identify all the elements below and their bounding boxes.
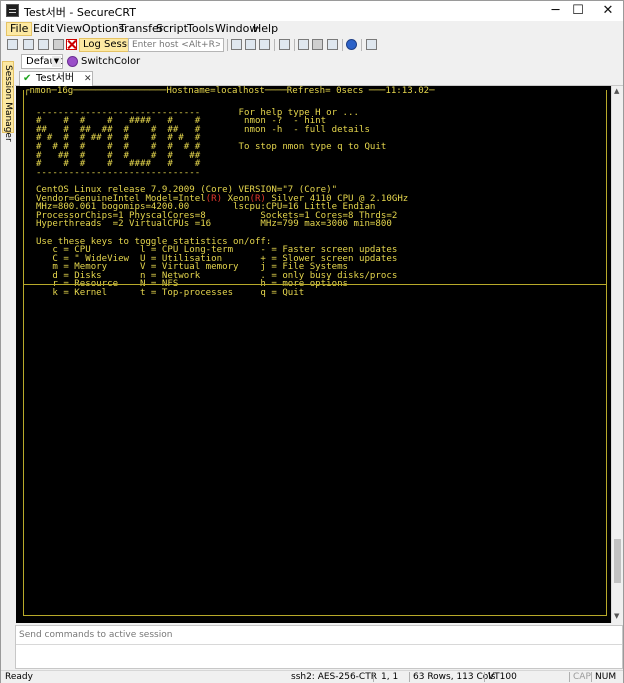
status-encryption: ssh2: AES-256-CTR bbox=[291, 672, 377, 682]
scroll-up-icon[interactable]: ▲ bbox=[614, 87, 619, 95]
help-icon[interactable] bbox=[346, 39, 357, 50]
toolbar-separator bbox=[274, 39, 275, 51]
scroll-down-icon[interactable]: ▼ bbox=[614, 612, 619, 620]
terminal-line: ------------------------------ bbox=[25, 167, 408, 178]
command-window[interactable]: Send commands to active session bbox=[15, 625, 623, 669]
print-icon[interactable] bbox=[279, 39, 290, 50]
menu-file[interactable]: File bbox=[6, 22, 33, 36]
connect-icon[interactable] bbox=[7, 39, 18, 50]
status-cursor-position: 1, 1 bbox=[381, 672, 399, 682]
status-separator bbox=[484, 672, 485, 682]
toolbar-separator bbox=[294, 39, 295, 51]
copy-icon[interactable] bbox=[231, 39, 242, 50]
close-button[interactable]: ✕ bbox=[593, 1, 623, 21]
menu-bar: File Edit View Options Transfer Script T… bbox=[1, 21, 623, 37]
toolbar-separator bbox=[227, 39, 228, 51]
status-separator bbox=[373, 672, 374, 682]
global-options-icon[interactable] bbox=[312, 39, 323, 50]
command-window-divider bbox=[16, 644, 622, 645]
terminal-line: k = Kernel t = Top-processes q = Quit bbox=[25, 289, 408, 298]
securecrt-window: Test서버 - SecureCRT ─ ☐ ✕ File Edit View … bbox=[0, 0, 624, 683]
connect-tab-icon[interactable] bbox=[38, 39, 49, 50]
maximize-button[interactable]: ☐ bbox=[563, 1, 593, 21]
keymap-icon[interactable] bbox=[327, 39, 338, 50]
terminal-screen[interactable]: ┌nmon─16g─────────────────Hostname=local… bbox=[16, 86, 611, 623]
securecrt-app-icon bbox=[6, 4, 19, 17]
disconnect-icon[interactable] bbox=[66, 39, 77, 50]
connected-check-icon: ✔ bbox=[23, 73, 32, 84]
screen-icon[interactable] bbox=[366, 39, 377, 50]
session-tab-bar: ✔ Test서버 ✕ bbox=[15, 70, 623, 86]
toolbar-separator bbox=[342, 39, 343, 51]
find-icon[interactable] bbox=[259, 39, 270, 50]
reconnect-icon[interactable] bbox=[53, 39, 64, 50]
title-bar: Test서버 - SecureCRT ─ ☐ ✕ bbox=[1, 1, 623, 21]
session-manager-sidebar: Session Manager bbox=[1, 53, 15, 679]
nmon-header: ┌nmon─16g─────────────────Hostname=local… bbox=[24, 86, 606, 96]
scrollbar-thumb[interactable] bbox=[614, 539, 621, 583]
status-bar: Ready ssh2: AES-256-CTR 1, 1 63 Rows, 11… bbox=[1, 670, 623, 683]
switch-color-icon[interactable] bbox=[67, 56, 78, 67]
tab-test-server[interactable]: ✔ Test서버 ✕ bbox=[19, 71, 93, 86]
window-title: Test서버 - SecureCRT bbox=[24, 6, 136, 19]
terminal-line: Hyperthreads =2 VirtualCPUs =16 MHz=799 … bbox=[25, 220, 408, 229]
terminal-scrollbar[interactable]: ▲ ▼ bbox=[611, 86, 623, 623]
status-num-lock: NUM bbox=[595, 672, 617, 682]
session-options-icon[interactable] bbox=[298, 39, 309, 50]
terminal-text-segment: ------------------------------ bbox=[25, 167, 201, 178]
command-window-placeholder: Send commands to active session bbox=[19, 630, 173, 640]
nmon-separator bbox=[24, 284, 606, 285]
status-ready: Ready bbox=[5, 672, 33, 682]
tab-label: Test서버 bbox=[36, 73, 75, 84]
status-emulation: VT100 bbox=[488, 672, 517, 682]
status-separator bbox=[409, 672, 410, 682]
dropdown-arrow-icon[interactable]: ▼ bbox=[52, 56, 61, 67]
terminal-output: ------------------------------ For help … bbox=[25, 100, 408, 298]
terminal-text-segment: k = Kernel t = Top-processes q = Quit bbox=[25, 288, 305, 299]
menu-help[interactable]: Help bbox=[250, 22, 281, 36]
enter-host-input[interactable] bbox=[128, 38, 224, 52]
session-manager-label: Session Manager bbox=[3, 65, 13, 142]
paste-icon[interactable] bbox=[245, 39, 256, 50]
quick-connect-icon[interactable] bbox=[23, 39, 34, 50]
button-bar: Default ▼ SwitchColor bbox=[1, 53, 623, 70]
main-toolbar: Log Session bbox=[1, 37, 623, 53]
tab-close-icon[interactable]: ✕ bbox=[84, 73, 92, 85]
terminal-text-segment: Hyperthreads =2 VirtualCPUs =16 MHz=799 … bbox=[25, 219, 392, 230]
status-separator bbox=[569, 672, 570, 682]
status-caps-lock: CAP bbox=[573, 672, 591, 682]
status-separator bbox=[591, 672, 592, 682]
button-bar-select[interactable]: Default ▼ bbox=[21, 54, 63, 69]
toolbar-separator bbox=[361, 39, 362, 51]
switch-color-button[interactable]: SwitchColor bbox=[81, 56, 140, 67]
